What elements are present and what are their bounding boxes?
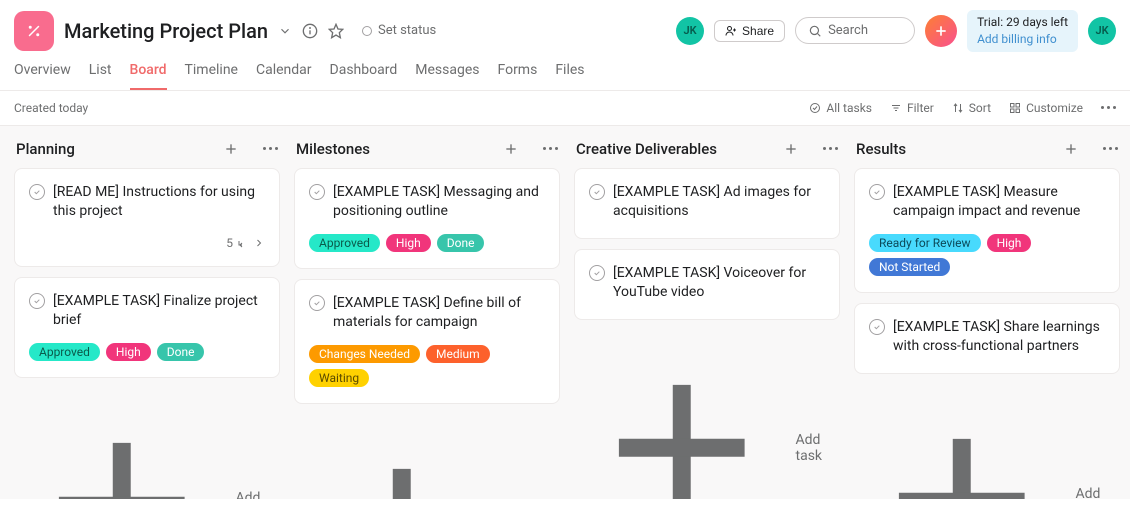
- task-title: [EXAMPLE TASK] Messaging and positioning…: [333, 183, 545, 222]
- task-title: [READ ME] Instructions for using this pr…: [53, 183, 265, 222]
- created-label: Created today: [14, 101, 88, 115]
- filter-button[interactable]: Filter: [890, 101, 934, 115]
- tag: Approved: [29, 343, 100, 361]
- task-card[interactable]: [EXAMPLE TASK] Ad images for acquisition…: [574, 168, 840, 239]
- more-icon[interactable]: [1101, 106, 1116, 109]
- subtask-count: 5: [29, 236, 265, 250]
- add-task-button[interactable]: Add task: [294, 414, 560, 499]
- search-input[interactable]: Search: [795, 17, 915, 44]
- column-title[interactable]: Results: [856, 140, 1057, 158]
- complete-toggle[interactable]: [869, 319, 885, 335]
- task-title: [EXAMPLE TASK] Finalize project brief: [53, 292, 265, 331]
- add-task-button[interactable]: Add task: [854, 384, 1120, 499]
- share-label: Share: [742, 24, 774, 38]
- task-card[interactable]: [EXAMPLE TASK] Define bill of materials …: [294, 279, 560, 404]
- trial-banner: Trial: 29 days left Add billing info: [967, 10, 1078, 52]
- add-card-icon[interactable]: [503, 141, 519, 157]
- filter-label: Filter: [907, 101, 934, 115]
- task-card[interactable]: [EXAMPLE TASK] Finalize project brief App…: [14, 277, 280, 378]
- tag: Not Started: [869, 258, 950, 276]
- task-card[interactable]: [EXAMPLE TASK] Measure campaign impact a…: [854, 168, 1120, 293]
- task-card[interactable]: [EXAMPLE TASK] Messaging and positioning…: [294, 168, 560, 269]
- add-task-button[interactable]: Add task: [574, 330, 840, 499]
- task-card[interactable]: [EXAMPLE TASK] Share learnings with cros…: [854, 303, 1120, 374]
- more-icon[interactable]: [543, 147, 558, 150]
- add-task-button[interactable]: Add task: [14, 388, 280, 499]
- tag: Medium: [426, 345, 490, 363]
- tab-list[interactable]: List: [89, 62, 112, 90]
- tag: Changes Needed: [309, 345, 420, 363]
- avatar[interactable]: JK: [1088, 17, 1116, 45]
- status-dot-icon: [362, 26, 372, 36]
- tab-board[interactable]: Board: [130, 62, 167, 90]
- more-icon[interactable]: [263, 147, 278, 150]
- tab-timeline[interactable]: Timeline: [185, 62, 238, 90]
- task-title: [EXAMPLE TASK] Share learnings with cros…: [893, 318, 1105, 357]
- avatar[interactable]: JK: [676, 17, 704, 45]
- all-tasks-label: All tasks: [826, 101, 872, 115]
- task-card[interactable]: [READ ME] Instructions for using this pr…: [14, 168, 280, 267]
- add-card-icon[interactable]: [223, 141, 239, 157]
- tab-calendar[interactable]: Calendar: [256, 62, 312, 90]
- column-title[interactable]: Milestones: [296, 140, 497, 158]
- tab-messages[interactable]: Messages: [415, 62, 479, 90]
- tag: Waiting: [309, 369, 369, 387]
- set-status-button[interactable]: Set status: [354, 20, 444, 41]
- tab-dashboard[interactable]: Dashboard: [330, 62, 398, 90]
- add-card-icon[interactable]: [1063, 141, 1079, 157]
- share-button[interactable]: Share: [714, 20, 785, 42]
- tag: High: [106, 343, 151, 361]
- tag: Done: [437, 234, 485, 252]
- star-icon[interactable]: [328, 23, 344, 39]
- tab-files[interactable]: Files: [555, 62, 584, 90]
- tag: Done: [157, 343, 205, 361]
- complete-toggle[interactable]: [309, 295, 325, 311]
- task-title: [EXAMPLE TASK] Define bill of materials …: [333, 294, 545, 333]
- task-card[interactable]: [EXAMPLE TASK] Voiceover for YouTube vid…: [574, 249, 840, 320]
- tab-overview[interactable]: Overview: [14, 62, 71, 90]
- trial-line1: Trial: 29 days left: [977, 14, 1068, 31]
- create-button[interactable]: [925, 15, 957, 47]
- tab-forms[interactable]: Forms: [497, 62, 537, 90]
- board-area: Planning [READ ME] Instructions for using…: [0, 126, 1130, 499]
- project-title[interactable]: Marketing Project Plan: [64, 19, 268, 43]
- task-title: [EXAMPLE TASK] Measure campaign impact a…: [893, 183, 1105, 222]
- task-title: [EXAMPLE TASK] Ad images for acquisition…: [613, 183, 825, 222]
- tag: High: [987, 234, 1032, 252]
- more-icon[interactable]: [823, 147, 838, 150]
- add-card-icon[interactable]: [783, 141, 799, 157]
- tag: Approved: [309, 234, 380, 252]
- search-icon: [808, 24, 822, 38]
- complete-toggle[interactable]: [589, 265, 605, 281]
- project-icon[interactable]: [14, 11, 54, 51]
- complete-toggle[interactable]: [309, 184, 325, 200]
- all-tasks-button[interactable]: All tasks: [809, 101, 872, 115]
- search-placeholder: Search: [828, 23, 868, 38]
- customize-button[interactable]: Customize: [1009, 101, 1083, 115]
- board-column: Creative Deliverables [EXAMPLE TASK] Ad i…: [574, 140, 840, 485]
- tag: High: [386, 234, 431, 252]
- more-icon[interactable]: [1103, 147, 1118, 150]
- status-label: Set status: [378, 23, 436, 38]
- task-title: [EXAMPLE TASK] Voiceover for YouTube vid…: [613, 264, 825, 303]
- complete-toggle[interactable]: [29, 293, 45, 309]
- sort-button[interactable]: Sort: [952, 101, 991, 115]
- column-title[interactable]: Creative Deliverables: [576, 140, 777, 158]
- board-column: Planning [READ ME] Instructions for using…: [14, 140, 280, 485]
- board-column: Results [EXAMPLE TASK] Measure campaign i…: [854, 140, 1120, 485]
- sort-label: Sort: [969, 101, 991, 115]
- board-column: Milestones [EXAMPLE TASK] Messaging and p…: [294, 140, 560, 485]
- add-billing-link[interactable]: Add billing info: [977, 31, 1068, 48]
- complete-toggle[interactable]: [869, 184, 885, 200]
- customize-label: Customize: [1026, 101, 1083, 115]
- complete-toggle[interactable]: [29, 184, 45, 200]
- tag: Ready for Review: [869, 234, 981, 252]
- column-title[interactable]: Planning: [16, 140, 217, 158]
- info-icon[interactable]: [302, 23, 318, 39]
- project-tabs: Overview List Board Timeline Calendar Dashboa…: [0, 56, 1130, 91]
- complete-toggle[interactable]: [589, 184, 605, 200]
- chevron-down-icon[interactable]: [278, 24, 292, 38]
